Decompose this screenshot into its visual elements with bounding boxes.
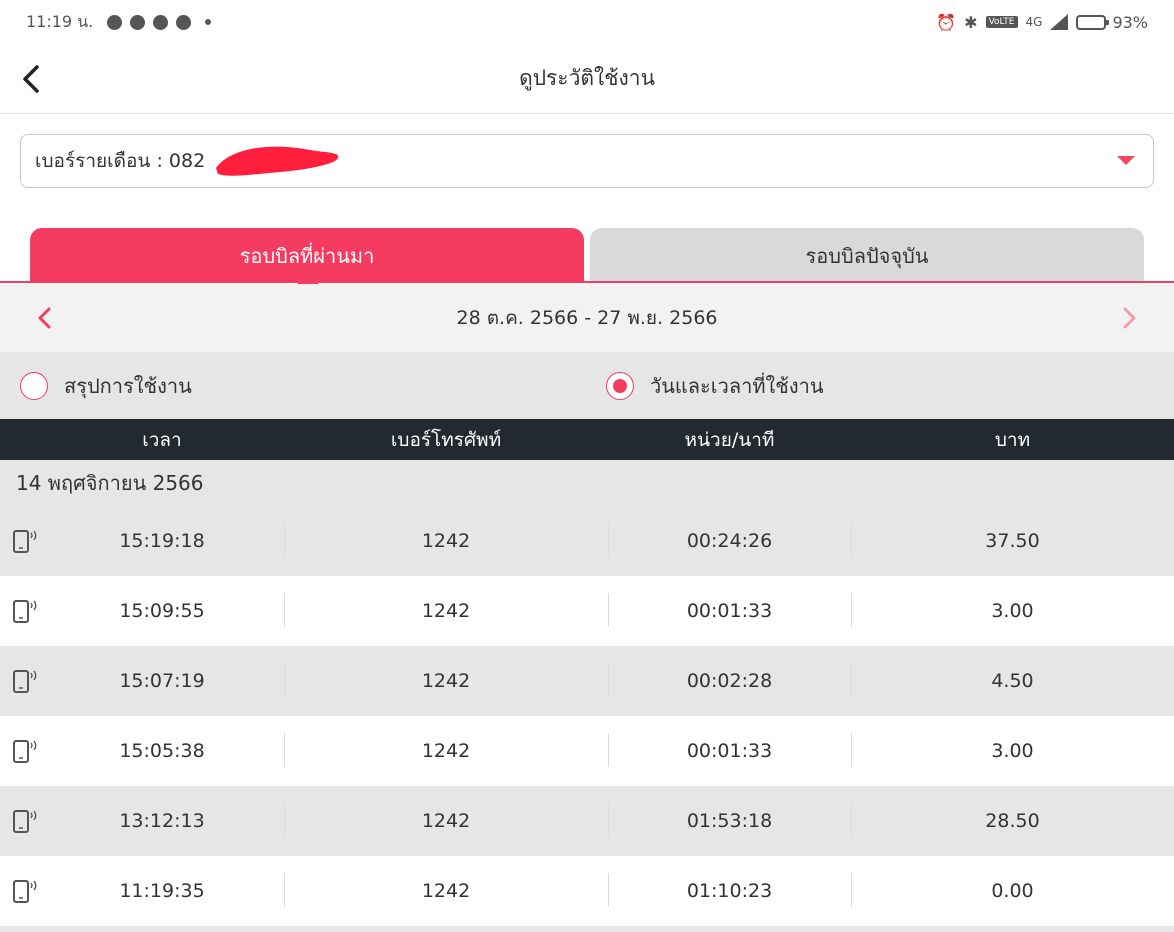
radio-usage-summary-label: สรุปการใช้งาน [64, 374, 192, 398]
signal-icon [1050, 14, 1069, 30]
table-header: เวลา เบอร์โทรศัพท์ หน่วย/นาที บาท [0, 419, 1174, 460]
cell-duration: 01:10:23 [686, 880, 773, 902]
cell-phone-number: 1242 [421, 530, 471, 552]
messenger-icon [176, 14, 192, 30]
table-row[interactable]: 15:05:38 1242 00:01:33 3.00 [0, 716, 1174, 786]
battery-indicator: 93% [1076, 13, 1148, 32]
radio-date-time-usage[interactable]: วันและเวลาที่ใช้งาน [606, 370, 824, 402]
page-title: ดูประวัติใช้งาน [519, 66, 655, 90]
volte-icon: VoLTE [985, 16, 1018, 28]
table-row[interactable]: 13:12:13 1242 01:53:18 28.50 [0, 786, 1174, 856]
column-header-amount: บาท [994, 428, 1031, 451]
chevron-right-icon [1123, 307, 1136, 329]
notification-dot-icon [205, 19, 212, 25]
phone-call-icon [13, 880, 37, 903]
cell-time: 15:09:55 [119, 600, 205, 622]
usage-table-body: 15:19:18 1242 00:24:26 37.50 15:09:55 12… [0, 506, 1174, 926]
cell-time: 15:19:18 [119, 530, 205, 552]
table-row[interactable]: 11:19:35 1242 01:10:23 0.00 [0, 856, 1174, 926]
cell-phone-number: 1242 [421, 670, 471, 692]
previous-period-button[interactable] [28, 302, 60, 334]
phone-call-icon [13, 530, 37, 553]
chevron-left-icon [38, 307, 51, 329]
cell-amount: 4.50 [991, 670, 1034, 692]
next-row-peek [0, 926, 1174, 932]
radio-dot [613, 379, 627, 393]
battery-icon [1076, 14, 1110, 30]
network-type: 4G [1025, 15, 1043, 29]
redaction-scribble [216, 146, 339, 176]
bill-cycle-tabs: รอบบิลที่ผ่านมา รอบบิลปัจจุบัน [0, 226, 1174, 292]
tab-current-cycle[interactable]: รอบบิลปัจจุบัน [590, 228, 1144, 283]
cell-time: 15:07:19 [119, 670, 205, 692]
chat-bubble-icon [107, 14, 123, 30]
cell-amount: 37.50 [985, 530, 1040, 552]
column-header-time: เวลา [142, 428, 182, 451]
cell-duration: 00:24:26 [686, 530, 773, 552]
radio-selected-icon [606, 372, 634, 400]
tab-previous-cycle[interactable]: รอบบิลที่ผ่านมา [30, 228, 584, 283]
period-range: 28 ต.ค. 2566 - 27 พ.ย. 2566 [456, 307, 718, 329]
cell-duration: 00:02:28 [686, 670, 773, 692]
radio-unselected-icon [20, 372, 48, 400]
number-select-dropdown[interactable]: เบอร์รายเดือน : 082 [20, 134, 1154, 188]
column-header-duration: หน่วย/นาที [684, 428, 775, 451]
column-header-phone-number: เบอร์โทรศัพท์ [390, 428, 502, 451]
cell-duration: 00:01:33 [686, 600, 773, 622]
phone-call-icon [13, 670, 37, 693]
cell-phone-number: 1242 [421, 600, 471, 622]
date-group-header: 14 พฤศจิกายน 2566 [0, 460, 1174, 506]
cell-phone-number: 1242 [421, 810, 471, 832]
cell-time: 13:12:13 [119, 810, 205, 832]
status-right: ⏰ ✱ VoLTE 4G 93% [936, 13, 1148, 32]
view-options: สรุปการใช้งาน วันและเวลาที่ใช้งาน [0, 352, 1174, 419]
cell-time: 15:05:38 [119, 740, 205, 762]
radio-date-time-usage-label: วันและเวลาที่ใช้งาน [650, 374, 824, 398]
phone-call-icon [13, 810, 37, 833]
radio-usage-summary[interactable]: สรุปการใช้งาน [20, 370, 192, 402]
status-bar: 11:19 น. ⏰ ✱ VoLTE 4G 93% [0, 0, 1174, 44]
battery-percent: 93% [1112, 12, 1148, 32]
period-navigator: 28 ต.ค. 2566 - 27 พ.ย. 2566 [0, 284, 1174, 352]
bluetooth-icon: ✱ [964, 12, 978, 32]
cell-phone-number: 1242 [421, 880, 471, 902]
number-select-label: เบอร์รายเดือน : 082 [35, 150, 206, 172]
back-button[interactable] [14, 62, 48, 96]
table-row[interactable]: 15:09:55 1242 00:01:33 3.00 [0, 576, 1174, 646]
messenger-icon [130, 14, 146, 30]
alarm-icon: ⏰ [936, 12, 957, 32]
phone-call-icon [13, 740, 37, 763]
cell-amount: 0.00 [991, 880, 1034, 902]
cell-time: 11:19:35 [119, 880, 205, 902]
table-row[interactable]: 15:19:18 1242 00:24:26 37.50 [0, 506, 1174, 576]
header: ดูประวัติใช้งาน [0, 44, 1174, 114]
chevron-left-icon [23, 65, 39, 93]
cell-amount: 3.00 [991, 740, 1034, 762]
phone-call-icon [13, 600, 37, 623]
table-row[interactable]: 15:07:19 1242 00:02:28 4.50 [0, 646, 1174, 716]
cell-amount: 3.00 [991, 600, 1034, 622]
next-period-button[interactable] [1114, 302, 1146, 334]
chevron-down-icon [1117, 156, 1135, 165]
cell-duration: 01:53:18 [686, 810, 773, 832]
tab-underline [0, 281, 1174, 283]
cell-phone-number: 1242 [421, 740, 471, 762]
status-left: 11:19 น. [26, 10, 212, 35]
cell-duration: 00:01:33 [686, 740, 773, 762]
status-time: 11:19 น. [26, 11, 94, 31]
cell-amount: 28.50 [985, 810, 1040, 832]
line-icon [153, 14, 169, 30]
